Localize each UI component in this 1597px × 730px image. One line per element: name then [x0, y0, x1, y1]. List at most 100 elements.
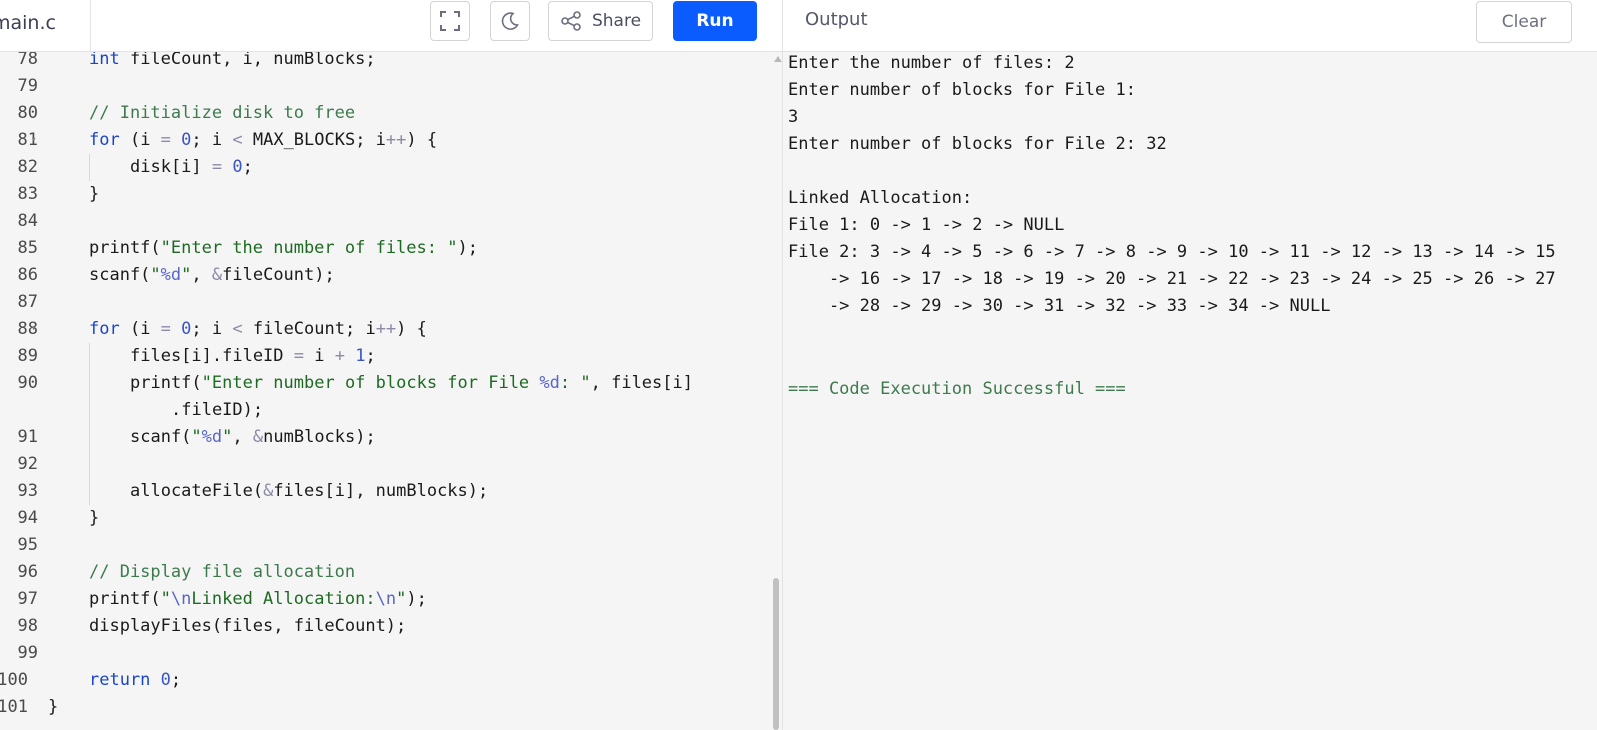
code-token: 1 — [355, 345, 366, 366]
code-token: & — [211, 264, 223, 285]
code-line[interactable]: 94} — [0, 505, 770, 533]
code-text: printf("\nLinked Allocation:\n"); — [89, 586, 427, 614]
code-token: "Enter number of blocks for File — [201, 372, 540, 393]
line-number: 95 — [17, 534, 38, 555]
code-text: int fileCount, i, numBlocks; — [89, 52, 376, 73]
code-token: 0 — [232, 156, 243, 177]
code-line[interactable]: 81 ▾ for (i = 0; i < MAX_BLOCKS; i++) { — [0, 127, 770, 155]
code-token: : " — [559, 372, 591, 393]
editor-scrollbar-thumb[interactable] — [773, 578, 779, 730]
code-token: fileCount; i — [242, 318, 376, 339]
code-token: " — [160, 588, 171, 609]
code-line[interactable]: 85 printf("Enter the number of files: "); — [0, 235, 770, 263]
line-number: 91 — [17, 426, 38, 447]
execution-status: === Code Execution Successful === — [788, 379, 1126, 399]
code-token: , — [232, 426, 253, 447]
line-number: 83 — [17, 183, 38, 204]
clear-button[interactable]: Clear — [1476, 1, 1572, 43]
code-line[interactable]: 96 // Display file allocation — [0, 559, 770, 587]
run-button[interactable]: Run — [673, 1, 757, 41]
code-token: = — [211, 156, 223, 177]
output-line: Linked Allocation: — [788, 188, 973, 208]
fullscreen-button[interactable] — [430, 1, 470, 41]
code-token: } — [48, 696, 59, 717]
code-text: files[i].fileID = i + 1; — [130, 343, 376, 371]
code-token: ; i — [191, 318, 233, 339]
code-token: printf( — [89, 237, 161, 258]
code-line[interactable]: 89 files[i].fileID = i + 1; — [0, 343, 770, 371]
fold-arrow-icon[interactable]: ▾ — [31, 316, 36, 344]
code-editor[interactable]: 78 int fileCount, i, numBlocks; 79 80 // Ini… — [0, 52, 782, 730]
code-line[interactable]: 82 disk[i] = 0; — [0, 154, 770, 182]
code-token: 0 — [181, 129, 192, 150]
code-token: ; — [365, 345, 376, 366]
code-token: .fileID); — [171, 399, 264, 420]
theme-toggle-button[interactable] — [490, 1, 530, 41]
output-line: File 2: 3 -> 4 -> 5 -> 6 -> 7 -> 8 -> 9 … — [788, 242, 1556, 262]
code-text: return 0; — [89, 667, 181, 695]
code-token: & — [263, 480, 274, 501]
code-line[interactable]: 93 allocateFile(&files[i], numBlocks); — [0, 478, 770, 506]
line-number: 93 — [17, 480, 38, 501]
code-token: ++ — [385, 129, 407, 150]
code-line[interactable]: 98 displayFiles(files, fileCount); — [0, 613, 770, 641]
code-line[interactable]: 84 — [0, 208, 770, 236]
share-button[interactable]: Share — [548, 1, 653, 41]
code-line[interactable]: 83} — [0, 181, 770, 209]
moon-icon — [501, 12, 519, 30]
code-line[interactable]: 86 scanf("%d", &fileCount); — [0, 262, 770, 290]
code-line[interactable]: 91 scanf("%d", &numBlocks); — [0, 424, 770, 452]
code-token: " — [191, 426, 202, 447]
code-token: return — [89, 669, 151, 690]
code-token: disk[i] — [130, 156, 212, 177]
code-token: // Initialize disk to free — [89, 102, 356, 123]
output-line: -> 16 -> 17 -> 18 -> 19 -> 20 -> 21 -> 2… — [788, 269, 1556, 289]
file-tab-main-c[interactable]: main.c — [0, 0, 91, 52]
code-token: allocateFile( — [130, 480, 264, 501]
code-token: ) { — [396, 318, 427, 339]
code-line[interactable]: 80 // Initialize disk to free — [0, 100, 770, 128]
code-token: " — [396, 588, 407, 609]
code-token: %d — [539, 372, 560, 393]
scroll-up-arrow-icon[interactable] — [774, 56, 782, 62]
code-token: files[i].fileID — [130, 345, 294, 366]
code-line[interactable]: 88 ▾ for (i = 0; i < fileCount; i++) { — [0, 316, 770, 344]
indent-guide — [89, 153, 90, 181]
output-line: 3 — [788, 107, 799, 127]
code-token: " — [150, 264, 161, 285]
code-line[interactable]: .fileID); — [0, 397, 770, 425]
code-token: scanf( — [130, 426, 192, 447]
output-line: -> 28 -> 29 -> 30 -> 31 -> 32 -> 33 -> 3… — [788, 296, 1331, 316]
code-text: for (i = 0; i < MAX_BLOCKS; i++) { — [89, 127, 437, 155]
code-text: printf("Enter the number of files: "); — [89, 235, 478, 263]
code-line[interactable]: 87 — [0, 289, 770, 317]
code-line[interactable]: 78 int fileCount, i, numBlocks; — [0, 52, 770, 73]
code-line[interactable]: 101} — [0, 694, 770, 722]
code-line[interactable]: 92 — [0, 451, 770, 479]
code-token: fileCount); — [222, 264, 335, 285]
code-text: printf("Enter number of blocks for File … — [130, 370, 693, 398]
code-token: \n — [375, 588, 397, 609]
code-token: %d — [201, 426, 223, 447]
code-token: , files[i] — [590, 372, 693, 393]
code-line[interactable]: 79 — [0, 73, 770, 101]
code-token: ) { — [406, 129, 438, 150]
fold-arrow-icon[interactable]: ▾ — [31, 127, 36, 155]
code-line[interactable]: 90 printf("Enter number of blocks for Fil… — [0, 370, 770, 398]
code-token: fileCount, i, numBlocks; — [119, 52, 376, 69]
code-line[interactable]: 97 printf("\nLinked Allocation:\n"); — [0, 586, 770, 614]
share-label: Share — [591, 11, 642, 31]
code-token: (i — [119, 318, 161, 339]
code-line[interactable]: 95 — [0, 532, 770, 560]
code-text: disk[i] = 0; — [130, 154, 253, 182]
code-line[interactable]: 99 — [0, 640, 770, 668]
line-number: 101 — [0, 696, 28, 717]
code-text: } — [48, 694, 58, 722]
line-number: 87 — [17, 291, 38, 312]
editor-toolbar: main.c Share Run — [0, 0, 782, 52]
code-line[interactable]: 100 return 0; — [0, 667, 770, 695]
